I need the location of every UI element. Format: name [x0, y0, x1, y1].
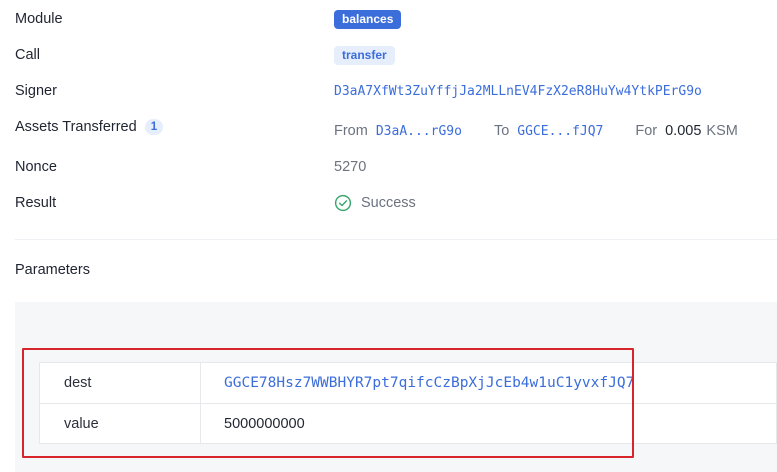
- result-label: Result: [15, 195, 57, 211]
- signer-value: D3aA7XfWt3ZuYffjJa2MLLnEV4FzX2eR8HuYw4Yt…: [334, 73, 702, 109]
- call-badge[interactable]: transfer: [334, 45, 395, 65]
- assets-label: Assets Transferred 1: [15, 109, 164, 145]
- highlight-box: [22, 348, 634, 458]
- call-value: transfer: [334, 37, 395, 73]
- result-value: Success: [334, 185, 416, 221]
- for-label: For: [635, 123, 658, 139]
- nonce-label: Nonce: [15, 159, 57, 175]
- assets-count-badge: 1: [144, 119, 164, 135]
- signer-row: Signer D3aA7XfWt3ZuYffjJa2MLLnEV4FzX2eR8…: [0, 73, 777, 109]
- module-badge[interactable]: balances: [334, 9, 402, 29]
- amount-unit: KSM: [706, 123, 738, 139]
- nonce-row: Nonce 5270: [0, 149, 777, 185]
- result-row: Result Success: [0, 185, 777, 221]
- result-text: Success: [361, 195, 416, 211]
- parameters-title: Parameters: [15, 262, 90, 278]
- call-row: Call transfer: [0, 37, 777, 73]
- assets-row: Assets Transferred 1 From D3aA...rG9o To …: [0, 109, 777, 145]
- module-label: Module: [15, 11, 63, 27]
- call-label: Call: [15, 47, 40, 63]
- module-row: Module balances: [0, 1, 777, 37]
- to-label: To: [493, 123, 510, 139]
- from-label: From: [334, 123, 368, 139]
- assets-value: From D3aA...rG9o To GGCE...fJQ7 For 0.00…: [334, 113, 738, 149]
- to-address-link[interactable]: GGCE...fJQ7: [517, 124, 603, 139]
- signer-label: Signer: [15, 83, 57, 99]
- nonce-value: 5270: [334, 159, 367, 175]
- from-address-link[interactable]: D3aA...rG9o: [376, 124, 462, 139]
- signer-address-link[interactable]: D3aA7XfWt3ZuYffjJa2MLLnEV4FzX2eR8HuYw4Yt…: [334, 84, 702, 99]
- check-circle-icon: [334, 194, 352, 212]
- amount-value: 0.005: [665, 123, 702, 139]
- section-divider: [15, 239, 777, 240]
- module-value: balances: [334, 1, 402, 37]
- assets-label-text: Assets Transferred: [15, 119, 137, 135]
